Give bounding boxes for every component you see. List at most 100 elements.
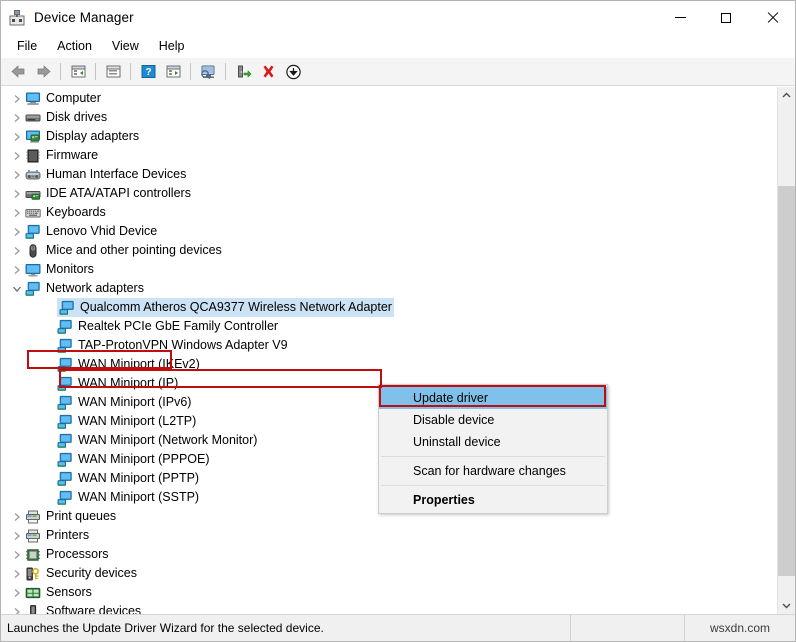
chevron-right-icon[interactable] [9, 583, 25, 602]
tree-item-label: Disk drives [46, 108, 107, 127]
tree-item-label: WAN Miniport (L2TP) [78, 412, 196, 431]
chevron-right-icon[interactable] [9, 165, 25, 184]
tree-item[interactable]: Computer [1, 89, 777, 108]
show-hide-action-pane-icon[interactable] [161, 60, 185, 83]
scrollbar-thumb[interactable] [778, 186, 795, 576]
update-driver-icon[interactable] [231, 60, 255, 83]
tree-item[interactable]: Printers [1, 526, 777, 545]
network-adapter-icon [57, 395, 73, 411]
chevron-down-icon[interactable] [9, 279, 25, 298]
tree-item[interactable]: Keyboards [1, 203, 777, 222]
tree-indent [41, 393, 57, 412]
tree-item-label: WAN Miniport (IKEv2) [78, 355, 200, 374]
tree-item[interactable]: Display adapters [1, 127, 777, 146]
tree-item-label: Firmware [46, 146, 98, 165]
chevron-right-icon[interactable] [9, 108, 25, 127]
ctx-scan-hardware-changes[interactable]: Scan for hardware changes [379, 460, 607, 482]
tree-item-content: WAN Miniport (PPPOE) [57, 450, 210, 469]
chevron-right-icon[interactable] [9, 203, 25, 222]
chevron-right-icon[interactable] [9, 526, 25, 545]
tree-item[interactable]: Firmware [1, 146, 777, 165]
uninstall-device-icon[interactable] [256, 60, 280, 83]
tree-item-label: Network adapters [46, 279, 144, 298]
tree-item[interactable]: Qualcomm Atheros QCA9377 Wireless Networ… [1, 298, 777, 317]
tree-indent [41, 374, 57, 393]
ctx-update-driver[interactable]: Update driver [379, 387, 607, 409]
tree-item-content: Monitors [25, 260, 94, 279]
chevron-down-icon [782, 602, 791, 609]
tree-item-content: Sensors [25, 583, 92, 602]
network-adapter-icon [57, 357, 73, 373]
tree-item[interactable]: Disk drives [1, 108, 777, 127]
tree-item-content: WAN Miniport (IKEv2) [57, 355, 200, 374]
tree-item-label: Computer [46, 89, 101, 108]
tree-item[interactable]: Software devices [1, 602, 777, 614]
toolbar-separator [225, 63, 226, 80]
menu-help[interactable]: Help [149, 36, 195, 56]
tree-item[interactable]: Processors [1, 545, 777, 564]
tree-item[interactable]: TAP-ProtonVPN Windows Adapter V9 [1, 336, 777, 355]
chevron-right-icon[interactable] [9, 507, 25, 526]
toolbar-separator [60, 63, 61, 80]
ctx-uninstall-device[interactable]: Uninstall device [379, 431, 607, 453]
properties-icon[interactable] [101, 60, 125, 83]
scan-for-hardware-changes-icon[interactable] [196, 60, 220, 83]
tree-item[interactable]: WAN Miniport (IKEv2) [1, 355, 777, 374]
ctx-disable-device[interactable]: Disable device [379, 409, 607, 431]
chevron-right-icon[interactable] [9, 260, 25, 279]
tree-item[interactable]: Monitors [1, 260, 777, 279]
chevron-right-icon[interactable] [9, 89, 25, 108]
tree-indent [41, 336, 57, 355]
scroll-down-button[interactable] [778, 597, 795, 614]
back-arrow-icon[interactable] [6, 60, 30, 83]
device-tree[interactable]: ComputerDisk drivesDisplay adaptersFirmw… [1, 87, 777, 614]
tree-item[interactable]: Realtek PCIe GbE Family Controller [1, 317, 777, 336]
tree-item[interactable]: IDE ATA/ATAPI controllers [1, 184, 777, 203]
disable-device-icon[interactable] [281, 60, 305, 83]
chevron-right-icon[interactable] [9, 222, 25, 241]
tree-item[interactable]: Lenovo Vhid Device [1, 222, 777, 241]
network-adapter-icon [57, 338, 73, 354]
tree-item[interactable]: Security devices [1, 564, 777, 583]
close-button[interactable] [749, 1, 795, 34]
ctx-properties[interactable]: Properties [379, 489, 607, 511]
tree-item-content: Firmware [25, 146, 98, 165]
scrollbar-track[interactable] [778, 104, 795, 597]
tree-item[interactable]: Sensors [1, 583, 777, 602]
chevron-right-icon[interactable] [9, 545, 25, 564]
close-icon [766, 11, 779, 24]
network-adapter-icon [57, 452, 73, 468]
keyboard-icon [25, 205, 41, 221]
context-menu[interactable]: Update driverDisable deviceUninstall dev… [378, 384, 608, 514]
chevron-right-icon[interactable] [9, 146, 25, 165]
forward-arrow-icon[interactable] [31, 60, 55, 83]
software-device-icon [25, 604, 41, 615]
network-adapter-icon [57, 490, 73, 506]
show-hide-console-tree-icon[interactable] [66, 60, 90, 83]
minimize-icon [675, 17, 686, 18]
tree-indent [41, 355, 57, 374]
tree-item[interactable]: Network adapters [1, 279, 777, 298]
tree-item[interactable]: Mice and other pointing devices [1, 241, 777, 260]
chevron-right-icon[interactable] [9, 127, 25, 146]
chevron-right-icon[interactable] [9, 564, 25, 583]
sensors-icon [25, 585, 41, 601]
maximize-button[interactable] [703, 1, 749, 34]
scroll-up-button[interactable] [778, 87, 795, 104]
tree-item-label: WAN Miniport (IP) [78, 374, 178, 393]
device-manager-icon [8, 9, 26, 27]
tree-item-label: Security devices [46, 564, 137, 583]
chevron-right-icon[interactable] [9, 602, 25, 614]
chevron-right-icon[interactable] [9, 184, 25, 203]
toolbar-separator [190, 63, 191, 80]
tree-item-label: Realtek PCIe GbE Family Controller [78, 317, 278, 336]
help-icon[interactable]: ? [136, 60, 160, 83]
chevron-right-icon[interactable] [9, 241, 25, 260]
tree-item-label: Printers [46, 526, 89, 545]
minimize-button[interactable] [657, 1, 703, 34]
menu-action[interactable]: Action [47, 36, 102, 56]
tree-item[interactable]: Human Interface Devices [1, 165, 777, 184]
vertical-scrollbar[interactable] [777, 87, 795, 614]
menu-file[interactable]: File [7, 36, 47, 56]
menu-view[interactable]: View [102, 36, 149, 56]
